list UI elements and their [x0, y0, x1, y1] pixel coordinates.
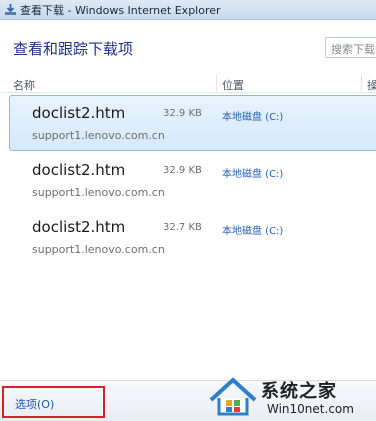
column-header-name[interactable]: 名称	[13, 77, 35, 93]
download-location-link[interactable]: 本地磁盘 (C:)	[222, 108, 283, 123]
download-size: 32.7 KB	[163, 222, 202, 233]
download-item[interactable]: doclist2.htm support1.lenovo.com.cn 32.7…	[9, 209, 376, 265]
download-filename: doclist2.htm	[32, 104, 126, 122]
window-title: 查看下载 - Windows Internet Explorer	[20, 3, 221, 17]
download-size: 32.9 KB	[163, 108, 202, 119]
download-filename: doclist2.htm	[32, 161, 126, 179]
download-item[interactable]: doclist2.htm support1.lenovo.com.cn 32.9…	[9, 95, 376, 151]
header: 查看和跟踪下载项 搜索下载	[0, 21, 376, 73]
house-logo-icon	[209, 377, 257, 416]
column-header-actions[interactable]: 操	[367, 77, 376, 93]
download-location-link[interactable]: 本地磁盘 (C:)	[222, 222, 283, 237]
download-arrow-icon	[3, 3, 17, 17]
watermark: 系统之家 Win10net.com	[207, 374, 376, 421]
options-link[interactable]: 选项(O)	[2, 386, 105, 418]
download-item[interactable]: doclist2.htm support1.lenovo.com.cn 32.9…	[9, 152, 376, 208]
download-filename: doclist2.htm	[32, 218, 126, 236]
download-location-link[interactable]: 本地磁盘 (C:)	[222, 165, 283, 180]
title-bar[interactable]: 查看下载 - Windows Internet Explorer	[0, 0, 376, 20]
column-header-row: 名称 位置 操	[0, 73, 376, 93]
download-source: support1.lenovo.com.cn	[32, 243, 165, 256]
download-size: 32.9 KB	[163, 165, 202, 176]
watermark-url: Win10net.com	[267, 402, 354, 416]
column-header-location[interactable]: 位置	[222, 77, 244, 93]
download-source: support1.lenovo.com.cn	[32, 186, 165, 199]
watermark-title: 系统之家	[261, 381, 337, 402]
search-input[interactable]: 搜索下载	[325, 37, 376, 58]
column-divider[interactable]	[361, 75, 362, 91]
column-divider[interactable]	[216, 75, 217, 91]
download-source: support1.lenovo.com.cn	[32, 129, 165, 142]
page-title: 查看和跟踪下载项	[13, 40, 134, 58]
